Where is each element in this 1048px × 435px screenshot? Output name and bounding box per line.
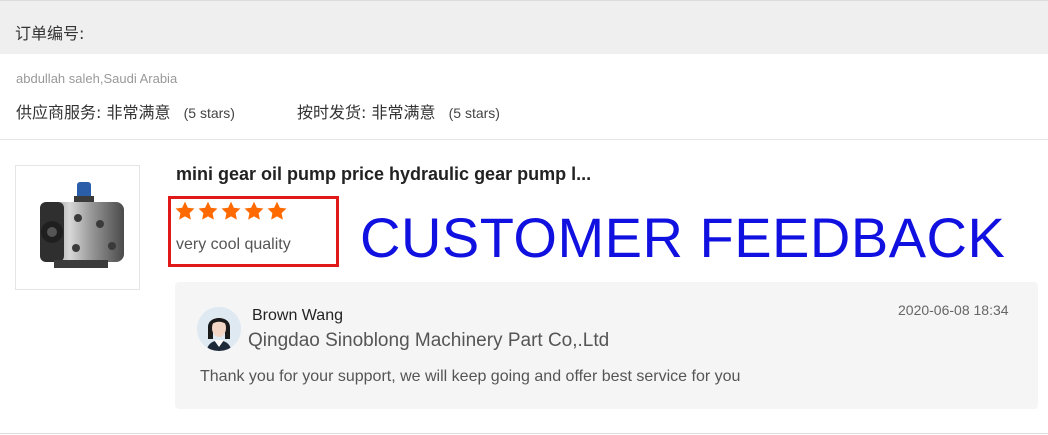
- buyer-name-country: abdullah saleh,Saudi Arabia: [16, 71, 178, 86]
- order-number-label: 订单编号:: [15, 24, 85, 43]
- product-title[interactable]: mini gear oil pump price hydraulic gear …: [176, 164, 591, 185]
- review-stars: [174, 200, 288, 222]
- replier-name: Brown Wang: [252, 307, 343, 324]
- rating-key: 按时发货:: [297, 103, 367, 122]
- hydraulic-gear-pump-icon: [40, 182, 124, 268]
- reply-text: Thank you for your support, we will keep…: [200, 368, 741, 385]
- star-icon: [175, 201, 195, 220]
- star-icon: [221, 201, 241, 220]
- order-header: 订单编号:: [0, 0, 1048, 54]
- rating-value: 非常满意: [106, 103, 171, 122]
- rating-key: 供应商服务:: [16, 103, 102, 122]
- rating-value: 非常满意: [371, 103, 436, 122]
- person-avatar-icon: [197, 307, 241, 351]
- star-icon: [244, 201, 264, 220]
- bottom-divider: [0, 433, 1048, 434]
- rating-supplier-service: 供应商服务: 非常满意 (5 stars): [16, 99, 235, 123]
- rating-on-time-delivery: 按时发货: 非常满意 (5 stars): [297, 99, 500, 123]
- replier-company: Qingdao Sinoblong Machinery Part Co,.Ltd: [248, 330, 610, 351]
- replier-avatar: [197, 307, 241, 351]
- star-icon: [198, 201, 218, 220]
- star-icon: [267, 201, 287, 220]
- rating-stars-text: (5 stars): [183, 105, 235, 121]
- customer-feedback-overlay-title: CUSTOMER FEEDBACK: [360, 206, 1006, 269]
- review-text: very cool quality: [176, 236, 291, 253]
- rating-stars-text: (5 stars): [448, 105, 500, 121]
- product-image[interactable]: [15, 165, 140, 290]
- section-divider: [0, 139, 1048, 140]
- reply-timestamp: 2020-06-08 18:34: [898, 302, 1009, 318]
